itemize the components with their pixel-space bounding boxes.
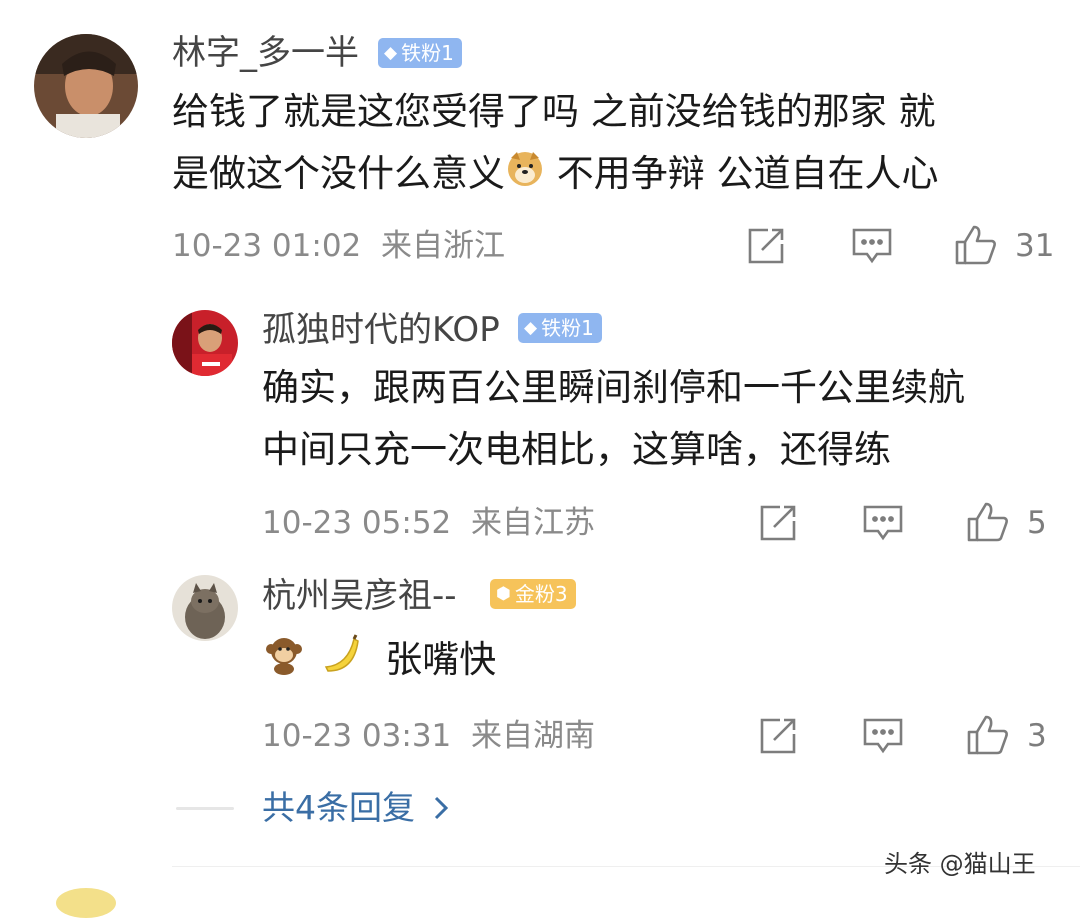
reply-meta: 10-23 05:52 来自江苏 — [262, 505, 595, 541]
fan-badge: ⬢ 金粉3 — [490, 579, 576, 609]
timestamp: 10-23 05:52 — [262, 505, 452, 541]
username[interactable]: 林字_多一半 — [172, 33, 359, 73]
banana-emoji — [318, 631, 362, 693]
share-icon[interactable] — [758, 716, 798, 760]
like-icon[interactable] — [966, 501, 1010, 547]
reply-text-line2: 中间只充一次电相比，这算啥，还得练 — [262, 428, 891, 471]
location: 来自浙江 — [381, 228, 505, 264]
more-replies-link[interactable]: 共4条回复 — [262, 788, 450, 830]
timestamp: 10-23 03:31 — [262, 718, 452, 754]
share-icon[interactable] — [746, 226, 786, 270]
comment-text-line2: 是做这个没什么意义 不用争辩 公道自在人心 — [172, 144, 939, 206]
comment-icon[interactable] — [851, 226, 893, 270]
avatar[interactable] — [172, 575, 238, 641]
username[interactable]: 孤独时代的KOP — [262, 310, 500, 350]
avatar[interactable] — [172, 310, 238, 376]
comment-text-part: 是做这个没什么意义 — [172, 152, 505, 195]
comment-icon[interactable] — [862, 716, 904, 760]
like-icon[interactable] — [966, 714, 1010, 760]
share-icon[interactable] — [758, 503, 798, 547]
monkey-emoji — [262, 631, 306, 693]
gold-gem-icon: ⬢ — [496, 584, 511, 604]
like-count: 5 — [1027, 505, 1047, 541]
reply-text-content: 张嘴快 — [385, 638, 497, 681]
fan-badge: ◆ 铁粉1 — [378, 38, 462, 68]
username[interactable]: 杭州吴彦祖-- — [262, 576, 457, 616]
avatar[interactable] — [34, 34, 138, 138]
comment-text-line1: 给钱了就是这您受得了吗 之前没给钱的那家 就 — [172, 90, 936, 133]
comment-icon[interactable] — [862, 503, 904, 547]
like-icon[interactable] — [954, 224, 998, 270]
reply-text-line1: 确实，跟两百公里瞬间刹停和一千公里续航 — [262, 366, 965, 409]
more-replies-label: 共4条回复 — [262, 788, 415, 827]
watermark: 头条 @猫山王 — [884, 850, 1036, 878]
timestamp: 10-23 01:02 — [172, 228, 362, 264]
like-count: 31 — [1015, 228, 1055, 264]
comment-text-part: 不用争辩 公道自在人心 — [545, 152, 939, 195]
doge-emoji — [505, 146, 545, 206]
badge-label: 铁粉1 — [541, 316, 594, 340]
like-count: 3 — [1027, 718, 1047, 754]
chevron-right-icon — [432, 790, 450, 830]
fan-badge: ◆ 铁粉1 — [518, 313, 602, 343]
comment-meta: 10-23 01:02 来自浙江 — [172, 228, 505, 264]
next-avatar-edge — [56, 888, 116, 918]
reply-text: 张嘴快 — [262, 630, 496, 693]
reply-meta: 10-23 03:31 来自湖南 — [262, 718, 595, 754]
diamond-icon: ◆ — [524, 318, 538, 338]
badge-label: 金粉3 — [514, 582, 568, 606]
badge-label: 铁粉1 — [401, 41, 454, 65]
location: 来自江苏 — [471, 505, 595, 541]
location: 来自湖南 — [471, 718, 595, 754]
diamond-icon: ◆ — [384, 43, 398, 63]
more-replies-dash — [176, 807, 234, 810]
